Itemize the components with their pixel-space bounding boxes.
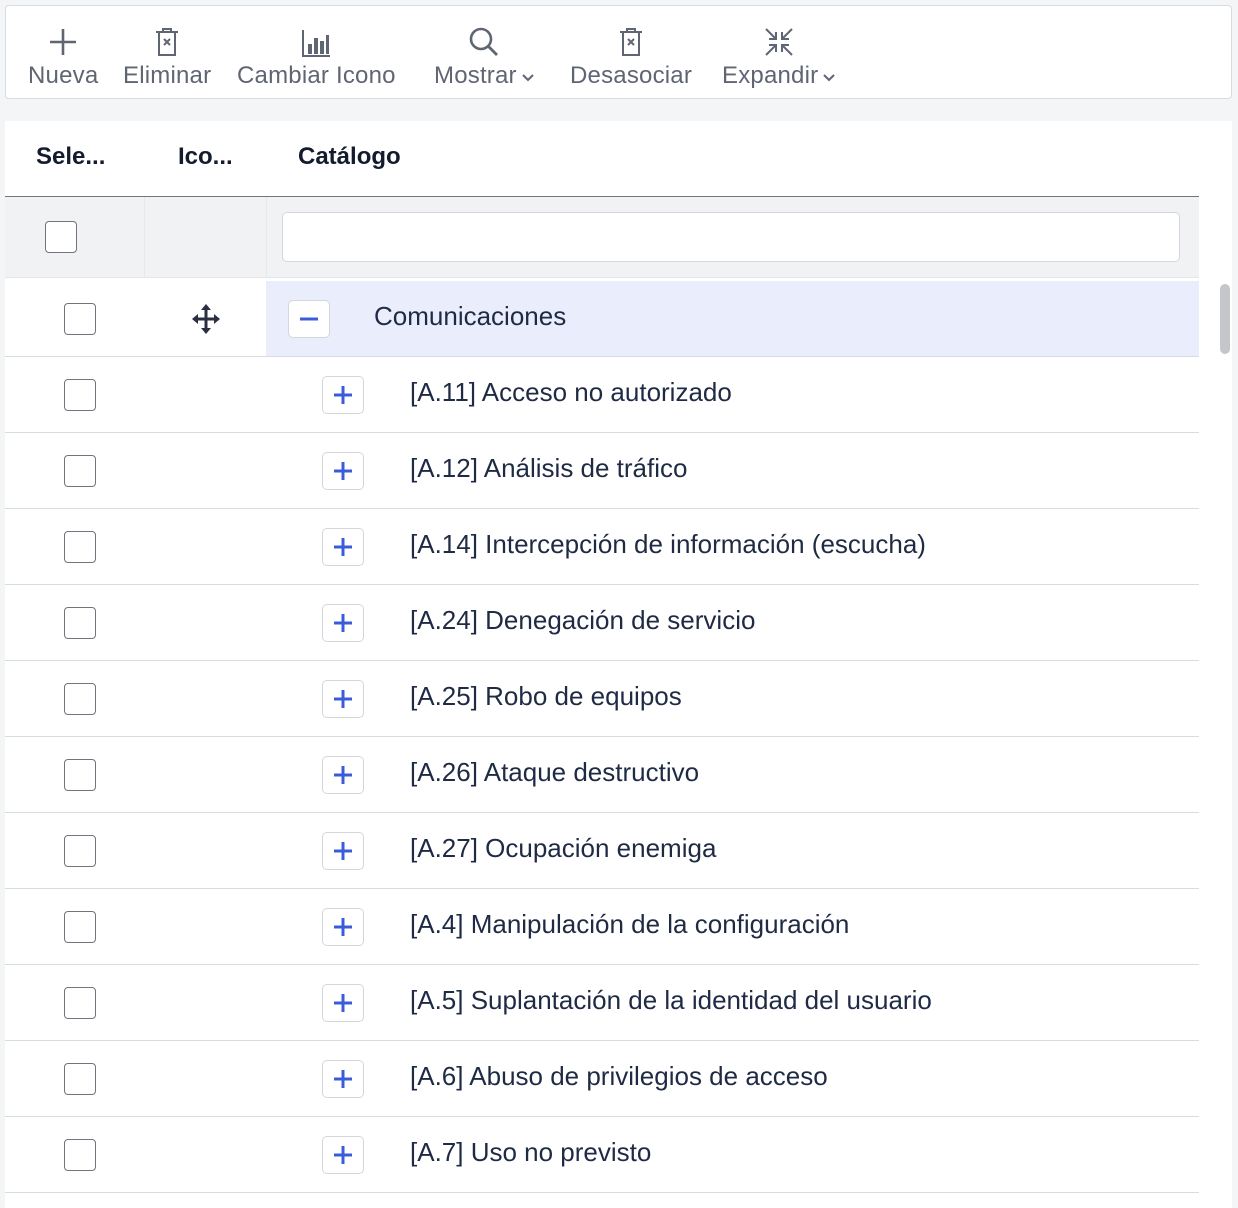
scrollbar[interactable]	[1218, 281, 1232, 1208]
delete-button[interactable]: Eliminar	[123, 6, 211, 100]
row-label: [A.7] Uso no previsto	[410, 1137, 652, 1167]
catalog-filter-input[interactable]	[282, 212, 1180, 262]
expand-toggle[interactable]	[322, 528, 364, 566]
row-checkbox[interactable]	[64, 1063, 96, 1095]
expand-toggle[interactable]	[322, 908, 364, 946]
plus-icon	[47, 6, 79, 62]
table-row[interactable]: [A.12] Análisis de tráfico	[5, 433, 1199, 509]
table-row[interactable]: [A.14] Intercepción de información (escu…	[5, 509, 1199, 585]
chevron-down-icon	[521, 64, 535, 88]
change-icon-button[interactable]: Cambiar Icono	[237, 6, 396, 100]
collapse-arrows-icon	[763, 6, 795, 62]
row-label: [A.25] Robo de equipos	[410, 681, 682, 711]
new-button-label: Nueva	[28, 62, 99, 89]
row-checkbox[interactable]	[64, 987, 96, 1019]
table-row[interactable]: [A.27] Ocupación enemiga	[5, 813, 1199, 889]
row-checkbox[interactable]	[64, 607, 96, 639]
column-header-select[interactable]: Sele...	[36, 143, 105, 171]
expand-toggle[interactable]	[322, 604, 364, 642]
expand-toggle[interactable]	[322, 756, 364, 794]
trash-icon	[152, 6, 182, 62]
row-checkbox[interactable]	[64, 911, 96, 943]
row-checkbox[interactable]	[64, 835, 96, 867]
expand-toggle[interactable]	[322, 452, 364, 490]
table-row[interactable]: [A.24] Denegación de servicio	[5, 585, 1199, 661]
group-row[interactable]: Comunicaciones	[5, 281, 1199, 357]
new-button[interactable]: Nueva	[28, 6, 98, 100]
table-row[interactable]: [A.7] Uso no previsto	[5, 1117, 1199, 1193]
row-checkbox[interactable]	[64, 303, 96, 335]
plus-icon	[334, 842, 352, 860]
chevron-down-icon	[822, 64, 836, 88]
plus-icon	[334, 1146, 352, 1164]
toolbar: Nueva Eliminar Cambiar Icono Mostrar Des…	[5, 5, 1232, 99]
move-arrows-icon[interactable]	[191, 303, 221, 340]
plus-icon	[334, 386, 352, 404]
plus-icon	[334, 1070, 352, 1088]
row-label: [A.24] Denegación de servicio	[410, 605, 756, 635]
row-checkbox[interactable]	[64, 1139, 96, 1171]
table-row[interactable]: [A.6] Abuso de privilegios de acceso	[5, 1041, 1199, 1117]
row-checkbox[interactable]	[64, 683, 96, 715]
delete-button-label: Eliminar	[123, 62, 212, 89]
column-header-catalog[interactable]: Catálogo	[298, 143, 401, 171]
table-header: Sele... Ico... Catálogo	[5, 121, 1199, 197]
row-label: [A.11] Acceso no autorizado	[410, 377, 732, 407]
bar-chart-icon	[300, 6, 332, 62]
row-label: [A.12] Análisis de tráfico	[410, 453, 688, 483]
scrollbar-thumb[interactable]	[1220, 284, 1230, 354]
expand-toggle[interactable]	[322, 984, 364, 1022]
dissociate-button[interactable]: Desasociar	[570, 6, 692, 100]
expand-toggle[interactable]	[322, 680, 364, 718]
show-button-label: Mostrar	[434, 62, 517, 89]
filter-row	[5, 197, 1199, 278]
row-checkbox[interactable]	[64, 759, 96, 791]
plus-icon	[334, 462, 352, 480]
plus-icon	[334, 994, 352, 1012]
trash-icon	[616, 6, 646, 62]
group-label: Comunicaciones	[374, 301, 567, 331]
show-dropdown-button[interactable]: Mostrar	[434, 6, 535, 100]
select-all-checkbox[interactable]	[45, 221, 77, 253]
row-label: [A.5] Suplantación de la identidad del u…	[410, 985, 932, 1015]
expand-dropdown-button[interactable]: Expandir	[722, 6, 836, 100]
catalog-table: Sele... Ico... Catálogo Comunicaciones […	[5, 121, 1232, 1208]
plus-icon	[334, 918, 352, 936]
row-checkbox[interactable]	[64, 455, 96, 487]
expand-button-label: Expandir	[722, 62, 819, 89]
search-icon	[468, 6, 500, 62]
row-checkbox[interactable]	[64, 531, 96, 563]
row-label: [A.26] Ataque destructivo	[410, 757, 700, 787]
table-row[interactable]: [A.11] Acceso no autorizado	[5, 357, 1199, 433]
row-label: [A.27] Ocupación enemiga	[410, 833, 717, 863]
row-label: [A.6] Abuso de privilegios de acceso	[410, 1061, 828, 1091]
column-header-icon[interactable]: Ico...	[178, 143, 233, 171]
column-divider	[144, 197, 145, 277]
plus-icon	[334, 766, 352, 784]
change-icon-button-label: Cambiar Icono	[237, 62, 396, 89]
table-row[interactable]: [A.26] Ataque destructivo	[5, 737, 1199, 813]
plus-icon	[334, 614, 352, 632]
table-row[interactable]: [A.25] Robo de equipos	[5, 661, 1199, 737]
collapse-toggle[interactable]	[288, 300, 330, 338]
plus-icon	[334, 690, 352, 708]
row-checkbox[interactable]	[64, 379, 96, 411]
dissociate-button-label: Desasociar	[570, 62, 693, 89]
expand-toggle[interactable]	[322, 832, 364, 870]
column-divider	[266, 197, 267, 277]
table-row[interactable]: [A.4] Manipulación de la configuración	[5, 889, 1199, 965]
row-label: [A.14] Intercepción de información (escu…	[410, 529, 926, 559]
expand-toggle[interactable]	[322, 1136, 364, 1174]
row-label: [A.4] Manipulación de la configuración	[410, 909, 850, 939]
table-row[interactable]: [A.5] Suplantación de la identidad del u…	[5, 965, 1199, 1041]
expand-toggle[interactable]	[322, 1060, 364, 1098]
plus-icon	[334, 538, 352, 556]
expand-toggle[interactable]	[322, 376, 364, 414]
